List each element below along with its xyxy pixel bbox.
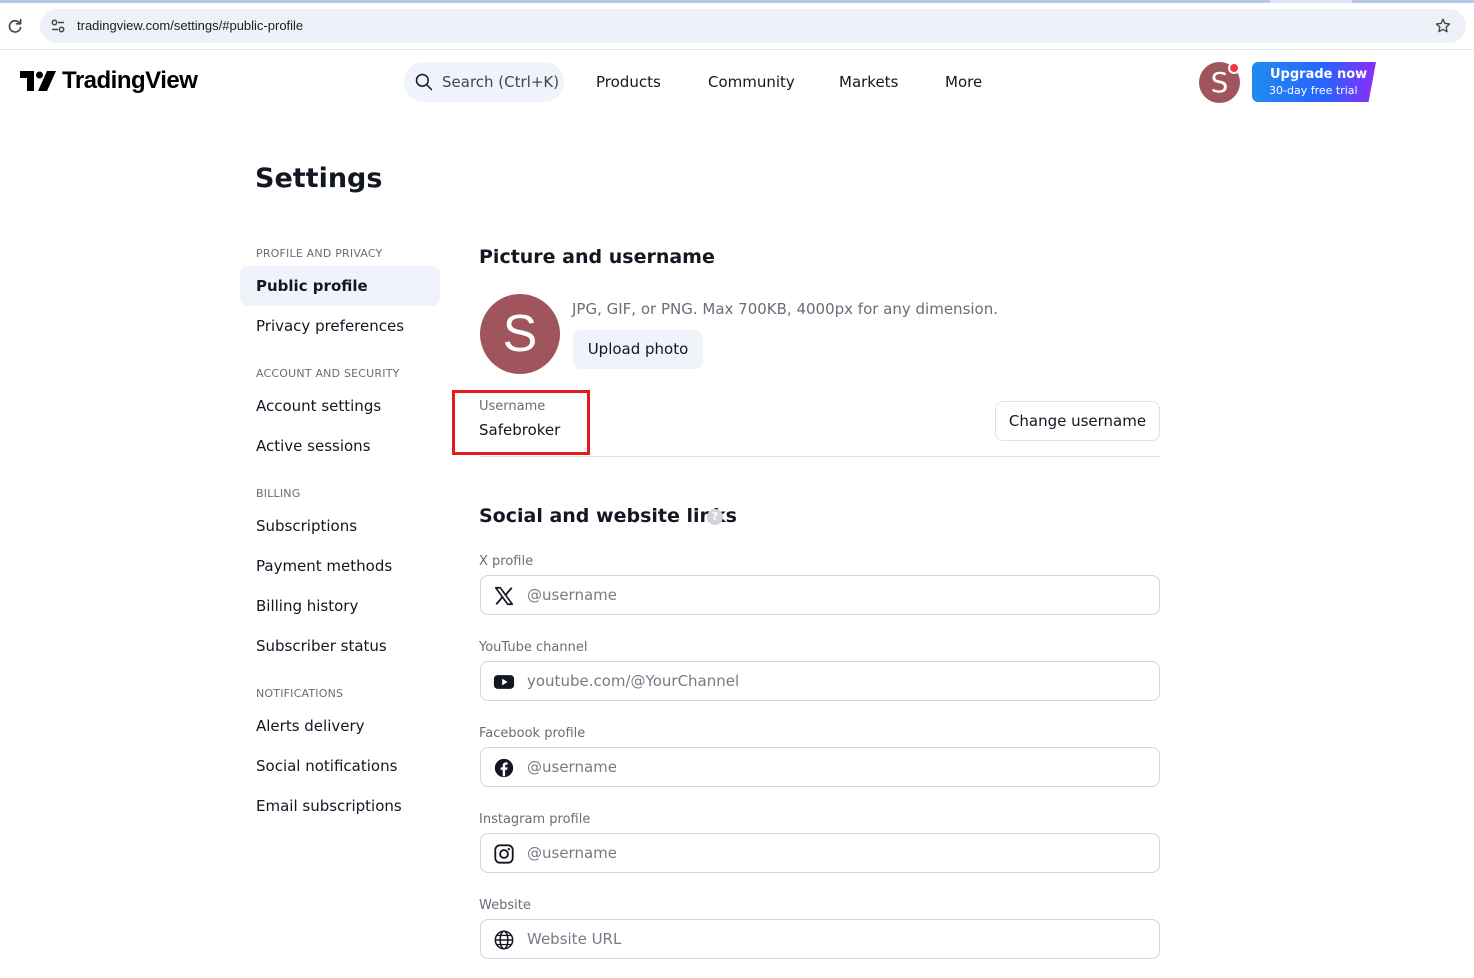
sidebar-item-billing-history[interactable]: Billing history — [240, 586, 440, 626]
sidebar-item-account-settings[interactable]: Account settings — [240, 386, 440, 426]
tradingview-logo-icon — [20, 71, 56, 91]
address-bar[interactable]: tradingview.com/settings/#public-profile — [40, 9, 1466, 43]
upgrade-button[interactable]: Upgrade now 30-day free trial — [1252, 62, 1376, 102]
upload-photo-button[interactable]: Upload photo — [573, 330, 703, 369]
x-profile-input[interactable] — [527, 576, 1147, 614]
sidebar-section-title: PROFILE AND PRIVACY — [256, 247, 383, 260]
nav-community[interactable]: Community — [708, 73, 795, 91]
facebook-profile-input[interactable] — [527, 748, 1147, 786]
nav-more[interactable]: More — [945, 73, 982, 91]
nav-products[interactable]: Products — [596, 73, 661, 91]
website-label: Website — [479, 898, 531, 913]
facebook-icon — [494, 758, 514, 778]
url-text[interactable]: tradingview.com/settings/#public-profile — [77, 18, 303, 33]
search-icon — [415, 73, 433, 91]
sidebar-item-subscriptions[interactable]: Subscriptions — [240, 506, 440, 546]
username-value: Safebroker — [479, 421, 561, 439]
picture-username-heading: Picture and username — [479, 246, 715, 268]
website-field[interactable] — [480, 919, 1160, 959]
sidebar-item-social-notifications[interactable]: Social notifications — [240, 746, 440, 786]
photo-requirements-text: JPG, GIF, or PNG. Max 700KB, 4000px for … — [572, 300, 998, 318]
sidebar-item-privacy-preferences[interactable]: Privacy preferences — [240, 306, 440, 346]
facebook-profile-label: Facebook profile — [479, 726, 586, 741]
search-button[interactable]: Search (Ctrl+K) — [404, 62, 564, 102]
sidebar-item-subscriber-status[interactable]: Subscriber status — [240, 626, 440, 666]
instagram-profile-label: Instagram profile — [479, 812, 591, 827]
browser-toolbar: tradingview.com/settings/#public-profile — [0, 3, 1474, 50]
site-info-icon[interactable] — [50, 18, 66, 34]
x-profile-label: X profile — [479, 554, 534, 569]
username-label: Username — [479, 399, 546, 414]
change-username-button[interactable]: Change username — [995, 401, 1160, 441]
sidebar-item-alerts-delivery[interactable]: Alerts delivery — [240, 706, 440, 746]
site-header: TradingView Search (Ctrl+K) Products Com… — [0, 51, 1474, 113]
search-label: Search (Ctrl+K) — [442, 73, 560, 91]
social-links-heading: Social and website links — [479, 505, 737, 527]
sidebar-item-email-subscriptions[interactable]: Email subscriptions — [240, 786, 440, 826]
globe-icon — [494, 930, 514, 950]
tradingview-logo[interactable]: TradingView — [20, 67, 198, 95]
website-input[interactable] — [527, 920, 1147, 958]
youtube-channel-field[interactable] — [480, 661, 1160, 701]
sidebar-item-payment-methods[interactable]: Payment methods — [240, 546, 440, 586]
page-title: Settings — [255, 163, 383, 194]
x-profile-field[interactable] — [480, 575, 1160, 615]
section-divider — [479, 456, 1160, 457]
sidebar-section-title: NOTIFICATIONS — [256, 687, 344, 700]
facebook-profile-field[interactable] — [480, 747, 1160, 787]
instagram-profile-field[interactable] — [480, 833, 1160, 873]
logo-text: TradingView — [62, 67, 198, 94]
help-icon[interactable]: ? — [707, 509, 723, 525]
youtube-channel-label: YouTube channel — [479, 640, 588, 655]
instagram-icon — [494, 844, 514, 864]
nav-markets[interactable]: Markets — [839, 73, 898, 91]
upgrade-subtitle: 30-day free trial — [1269, 84, 1358, 97]
upgrade-title: Upgrade now — [1270, 67, 1368, 82]
youtube-icon — [493, 675, 515, 689]
sidebar-section-title: BILLING — [256, 487, 301, 500]
sidebar-item-public-profile[interactable]: Public profile — [240, 266, 440, 306]
youtube-channel-input[interactable] — [527, 662, 1147, 700]
notification-dot — [1228, 62, 1240, 74]
x-icon — [494, 586, 514, 606]
reload-icon[interactable] — [6, 17, 24, 35]
sidebar-item-active-sessions[interactable]: Active sessions — [240, 426, 440, 466]
profile-avatar: S — [480, 294, 560, 374]
sidebar-section-title: ACCOUNT AND SECURITY — [256, 367, 400, 380]
instagram-profile-input[interactable] — [527, 834, 1147, 872]
bookmark-star-icon[interactable] — [1434, 17, 1452, 35]
